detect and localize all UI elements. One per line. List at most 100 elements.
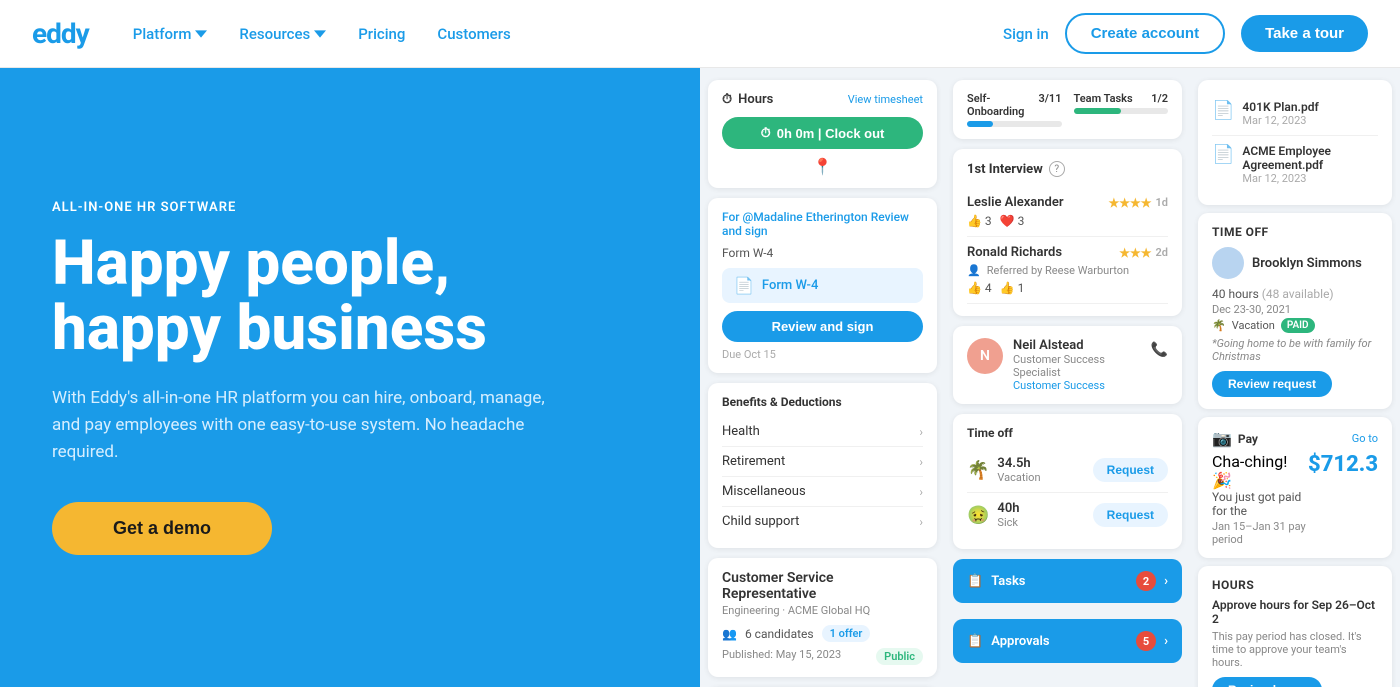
to-details: 40 hours (48 available) xyxy=(1212,287,1378,301)
time-off-person: Brooklyn Simmons xyxy=(1212,247,1378,279)
nav-resources[interactable]: Resources xyxy=(227,25,338,43)
chevron-right-icon: › xyxy=(919,425,923,439)
benefits-title: Benefits & Deductions xyxy=(722,395,923,409)
pay-amount: $712.3 xyxy=(1308,452,1378,477)
get-demo-button[interactable]: Get a demo xyxy=(52,502,272,555)
logo-text: eddy xyxy=(32,17,89,50)
person-info: Neil Alstead Customer Success Specialist… xyxy=(1013,338,1141,392)
pdf-item: 📄 ACME Employee Agreement.pdf Mar 12, 20… xyxy=(1212,136,1378,193)
onboarding-card: Self-Onboarding 3/11 Team Tasks 1/2 xyxy=(953,80,1182,139)
reaction: 👍 4 xyxy=(967,281,992,295)
nav-pricing[interactable]: Pricing xyxy=(346,25,417,43)
chevron-right-icon: › xyxy=(919,455,923,469)
files-card: 📄 401K Plan.pdf Mar 12, 2023 📄 ACME Empl… xyxy=(1198,80,1392,205)
form-card: For @Madaline Etherington Review and sig… xyxy=(708,198,937,373)
reaction: 👍 3 xyxy=(967,214,992,228)
chevron-right-icon: › xyxy=(1164,634,1168,649)
take-tour-button[interactable]: Take a tour xyxy=(1241,15,1368,52)
time-off-section-card: TIME OFF Brooklyn Simmons 40 hours (48 a… xyxy=(1198,213,1392,409)
sick-row: 🤢 40h Sick Request xyxy=(967,493,1168,537)
sick-request-button[interactable]: Request xyxy=(1093,503,1168,527)
chevron-right-icon: › xyxy=(919,515,923,529)
location-icon: 📍 xyxy=(722,157,923,176)
review-request-button[interactable]: Review request xyxy=(1212,371,1332,397)
clock-out-button[interactable]: ⏱ 0h 0m | Clock out xyxy=(722,117,923,149)
to-type: 🌴 Vacation PAID xyxy=(1212,318,1378,333)
rating-stars: ★★★★ xyxy=(1108,196,1151,210)
tasks-row[interactable]: 📋 Tasks 2 › xyxy=(953,559,1182,603)
review-hours-button[interactable]: Review hours xyxy=(1212,677,1322,687)
pay-icon: 📷 xyxy=(1212,429,1232,448)
form-subtitle: Form W-4 xyxy=(722,246,923,260)
sign-in-link[interactable]: Sign in xyxy=(1003,25,1049,43)
pdf-item: 📄 401K Plan.pdf Mar 12, 2023 xyxy=(1212,92,1378,136)
to-dates: Dec 23-30, 2021 xyxy=(1212,303,1378,316)
approvals-icon: 📋 xyxy=(967,634,983,649)
help-icon[interactable]: ? xyxy=(1049,161,1065,177)
chevron-down-icon xyxy=(195,28,207,40)
mockup-column-2: Self-Onboarding 3/11 Team Tasks 1/2 xyxy=(945,68,1190,687)
to-message: *Going home to be with family for Christ… xyxy=(1212,337,1378,363)
navbar: eddy Platform Resources Pricing Customer… xyxy=(0,0,1400,68)
chevron-right-icon: › xyxy=(1164,574,1168,589)
sick-icon: 🤢 xyxy=(967,505,989,526)
view-timesheet-link[interactable]: View timesheet xyxy=(848,93,923,106)
person-card: N Neil Alstead Customer Success Speciali… xyxy=(953,326,1182,404)
logo[interactable]: eddy xyxy=(32,17,89,50)
chevron-down-icon xyxy=(314,28,326,40)
benefit-misc[interactable]: Miscellaneous › xyxy=(722,477,923,507)
job-title: Customer Service Representative xyxy=(722,570,923,602)
vacation-row: 🌴 34.5h Vacation Request xyxy=(967,448,1168,493)
offer-badge: 1 offer xyxy=(822,625,871,642)
hours-section-card: HOURS Approve hours for Sep 26–Oct 2 Thi… xyxy=(1198,566,1392,687)
published-date: Published: May 15, 2023 Public xyxy=(722,648,923,661)
main-content: ALL-IN-ONE HR SOFTWARE Happy people, hap… xyxy=(0,68,1400,687)
public-badge: Public xyxy=(876,648,923,665)
hero-section: ALL-IN-ONE HR SOFTWARE Happy people, hap… xyxy=(0,68,700,687)
form-item[interactable]: 📄 Form W-4 xyxy=(722,268,923,303)
tasks-badge: 2 xyxy=(1136,571,1156,591)
benefits-card: Benefits & Deductions Health › Retiremen… xyxy=(708,383,937,548)
hours-label: ⏱ Hours xyxy=(722,92,773,107)
benefit-retirement[interactable]: Retirement › xyxy=(722,447,923,477)
hours-card: ⏱ Hours View timesheet ⏱ 0h 0m | Clock o… xyxy=(708,80,937,188)
navbar-left: eddy Platform Resources Pricing Customer… xyxy=(32,17,523,50)
reaction: 👍 1 xyxy=(1000,281,1025,295)
form-for-text: For @Madaline Etherington Review and sig… xyxy=(722,210,923,238)
to-avatar xyxy=(1212,247,1244,279)
pdf-icon: 📄 xyxy=(1212,144,1234,165)
nav-platform[interactable]: Platform xyxy=(121,25,220,43)
chevron-right-icon: › xyxy=(919,485,923,499)
hero-title: Happy people, happy business xyxy=(52,231,648,361)
benefit-health[interactable]: Health › xyxy=(722,417,923,447)
job-candidates: 👥 6 candidates 1 offer xyxy=(722,625,923,642)
approvals-row[interactable]: 📋 Approvals 5 › xyxy=(953,619,1182,663)
pdf-icon: 📄 xyxy=(1212,100,1234,121)
approvals-badge: 5 xyxy=(1136,631,1156,651)
candidate-row: Leslie Alexander ★★★★ 1d 👍 3 ❤️ 3 xyxy=(967,187,1168,237)
time-off-section-title: TIME OFF xyxy=(1212,225,1378,239)
team-tasks-progress: Team Tasks 1/2 xyxy=(1074,92,1169,127)
job-card: Customer Service Representative Engineer… xyxy=(708,558,937,677)
mockup-column-1: ⏱ Hours View timesheet ⏱ 0h 0m | Clock o… xyxy=(700,68,945,687)
hero-description: With Eddy's all-in-one HR platform you c… xyxy=(52,385,572,467)
reaction: ❤️ 3 xyxy=(1000,214,1025,228)
review-sign-button[interactable]: Review and sign xyxy=(722,311,923,342)
right-panel: ⏱ Hours View timesheet ⏱ 0h 0m | Clock o… xyxy=(700,68,1400,687)
benefit-childsupport[interactable]: Child support › xyxy=(722,507,923,536)
approve-subtitle: This pay period has closed. It's time to… xyxy=(1212,630,1378,669)
hero-subtitle: ALL-IN-ONE HR SOFTWARE xyxy=(52,200,648,215)
form-icon: 📄 xyxy=(734,276,754,295)
approve-text: Approve hours for Sep 26–Oct 2 xyxy=(1212,598,1378,626)
vacation-request-button[interactable]: Request xyxy=(1093,458,1168,482)
candidate-row: Ronald Richards ★★★ 2d 👤 Referred by Ree… xyxy=(967,237,1168,304)
navbar-right: Sign in Create account Take a tour xyxy=(1003,13,1368,54)
phone-icon[interactable]: 📞 xyxy=(1151,342,1168,358)
pay-section-card: 📷 Pay Go to Cha-ching! 🎉 You just got pa… xyxy=(1198,417,1392,558)
timeoff-card: Time off 🌴 34.5h Vacation Request 🤢 xyxy=(953,414,1182,549)
interview-card: 1st Interview ? Leslie Alexander ★★★★ 1d… xyxy=(953,149,1182,316)
go-to-pay-link[interactable]: Go to xyxy=(1352,432,1378,445)
create-account-button[interactable]: Create account xyxy=(1065,13,1225,54)
nav-customers[interactable]: Customers xyxy=(425,25,522,43)
self-onboarding-progress: Self-Onboarding 3/11 xyxy=(967,92,1062,127)
